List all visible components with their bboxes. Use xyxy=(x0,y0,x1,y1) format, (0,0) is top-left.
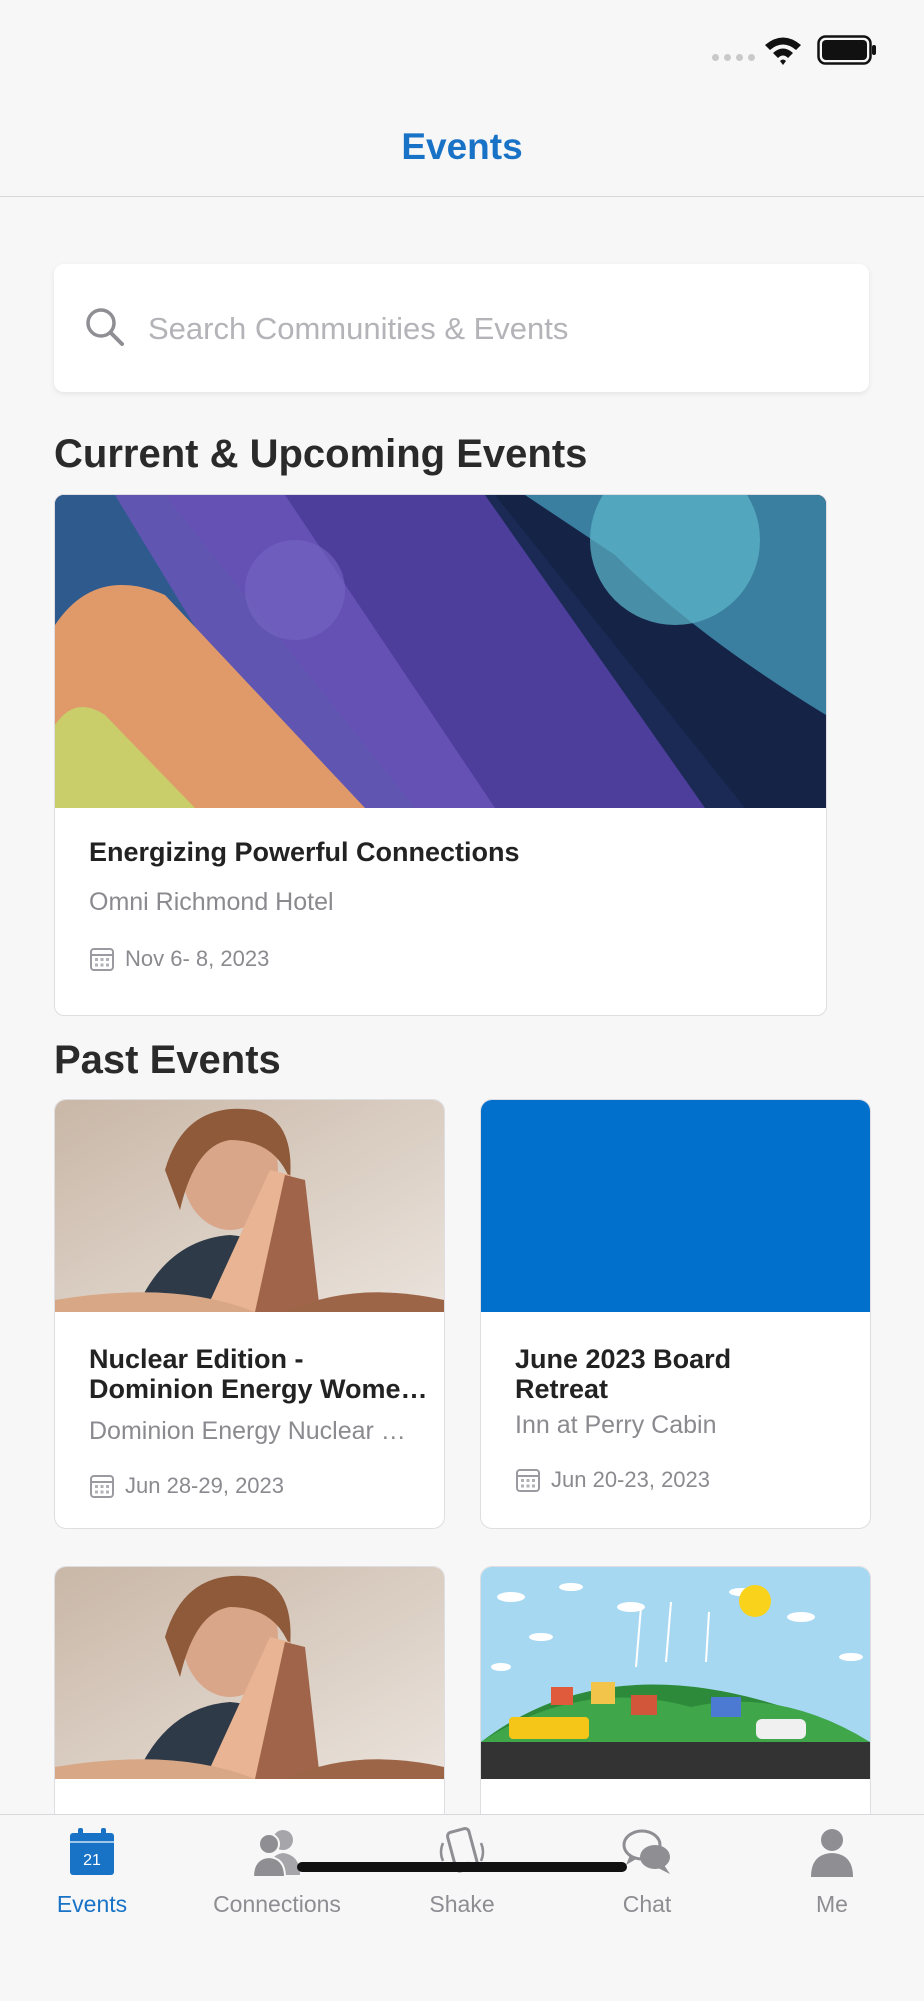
event-date-text: Jun 28-29, 2023 xyxy=(125,1473,285,1498)
event-title: Energizing Powerful Connections xyxy=(89,837,520,867)
status-bar xyxy=(0,0,924,100)
event-date: Jun 28-29, 2023 xyxy=(89,1473,284,1499)
tab-events[interactable]: 21 Events xyxy=(0,1825,184,1935)
calendar-icon xyxy=(516,1469,540,1492)
tab-label: Connections xyxy=(213,1891,341,1917)
event-banner-image xyxy=(481,1100,870,1312)
hands-photo-image xyxy=(55,1100,444,1312)
event-date: Jun 20-23, 2023 xyxy=(515,1467,710,1493)
event-title: June 2023 Board Retreat xyxy=(515,1344,732,1404)
tab-label: Events xyxy=(56,1891,128,1917)
tab-label: Shake xyxy=(429,1891,495,1917)
section-title-current: Current & Upcoming Events xyxy=(54,432,588,476)
calendar-badge: 21 xyxy=(83,1852,101,1869)
tab-connections[interactable]: Connections xyxy=(185,1825,369,1935)
cellular-signal-icon xyxy=(712,54,755,61)
wifi-icon xyxy=(765,37,801,65)
tab-label: Me xyxy=(816,1891,848,1917)
event-date: Nov 6- 8, 2023 xyxy=(89,946,269,972)
event-date-text: Jun 20-23, 2023 xyxy=(551,1467,711,1492)
search-bar[interactable] xyxy=(54,264,869,392)
tab-shake[interactable]: Shake xyxy=(370,1825,554,1935)
section-title-past: Past Events xyxy=(54,1038,281,1082)
past-event-card[interactable]: June 2023 Board Retreat Inn at Perry Cab… xyxy=(480,1099,871,1529)
home-indicator xyxy=(297,1862,627,1872)
hands-photo-image xyxy=(55,1567,444,1779)
featured-event-card[interactable]: Energizing Powerful Connections Omni Ric… xyxy=(54,494,827,1016)
calendar-icon xyxy=(90,948,114,971)
navigation-bar: Events xyxy=(0,100,924,197)
chat-bubbles-icon xyxy=(622,1829,670,1874)
search-input[interactable] xyxy=(146,294,850,364)
calendar-icon xyxy=(90,1475,114,1498)
battery-icon xyxy=(817,35,876,65)
tab-me[interactable]: Me xyxy=(740,1825,924,1935)
town-illustration-image xyxy=(481,1567,870,1779)
people-icon xyxy=(251,1830,300,1878)
past-event-card[interactable]: Nuclear Edition - Dominion Energy Wome… … xyxy=(54,1099,445,1529)
tab-chat[interactable]: Chat xyxy=(555,1825,739,1935)
event-venue: Inn at Perry Cabin xyxy=(515,1411,717,1439)
event-venue: Dominion Energy Nuclear W… xyxy=(89,1417,429,1445)
calendar-icon: 21 xyxy=(70,1828,114,1875)
event-date-text: Nov 6- 8, 2023 xyxy=(125,946,270,971)
event-title: Nuclear Edition - Dominion Energy Wome… xyxy=(89,1344,428,1404)
person-icon xyxy=(811,1829,853,1877)
tab-bar: 21 Events Connections Shake Chat Me xyxy=(0,1814,924,2001)
page-title: Events xyxy=(401,126,523,167)
event-venue: Omni Richmond Hotel xyxy=(89,888,334,916)
search-icon xyxy=(86,308,124,346)
tab-label: Chat xyxy=(622,1891,672,1917)
event-banner-image xyxy=(55,495,826,808)
